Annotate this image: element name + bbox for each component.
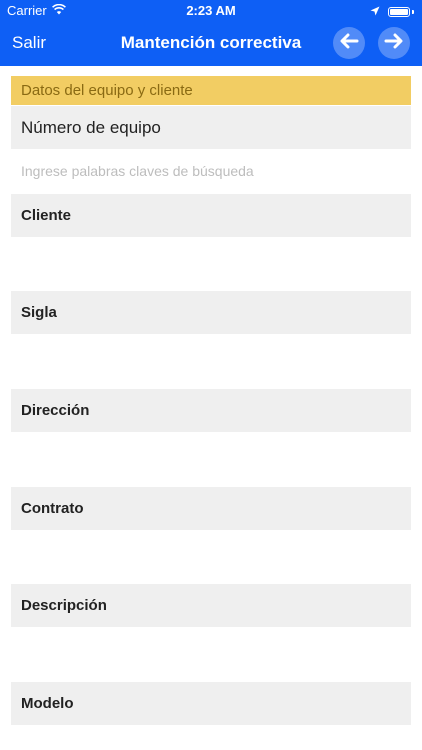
- field-modelo: Modelo: [11, 682, 411, 725]
- previous-button[interactable]: [333, 27, 365, 59]
- section-header: Datos del equipo y cliente: [11, 76, 411, 105]
- field-sigla: Sigla: [11, 291, 411, 334]
- exit-button[interactable]: Salir: [12, 33, 46, 53]
- arrow-right-icon: [384, 33, 404, 54]
- status-time: 2:23 AM: [186, 3, 236, 18]
- field-descripcion: Descripción: [11, 584, 411, 627]
- equipment-number-label: Número de equipo: [11, 106, 411, 149]
- field-direccion: Dirección: [11, 389, 411, 432]
- search-input[interactable]: [11, 150, 411, 192]
- status-bar: Carrier 2:23 AM: [0, 0, 422, 22]
- field-contrato: Contrato: [11, 487, 411, 530]
- app-screen: Carrier 2:23 AM Salir Mantención correct…: [0, 0, 422, 750]
- form-content: Datos del equipo y cliente Número de equ…: [0, 66, 422, 750]
- arrow-left-icon: [339, 33, 359, 54]
- location-icon: [370, 4, 380, 19]
- navigation-bar: Salir Mantención correctiva: [0, 22, 422, 66]
- next-button[interactable]: [378, 27, 410, 59]
- field-cliente: Cliente: [11, 194, 411, 237]
- status-right-icons: [370, 4, 414, 19]
- battery-cap: [412, 9, 414, 14]
- battery-icon: [388, 6, 410, 17]
